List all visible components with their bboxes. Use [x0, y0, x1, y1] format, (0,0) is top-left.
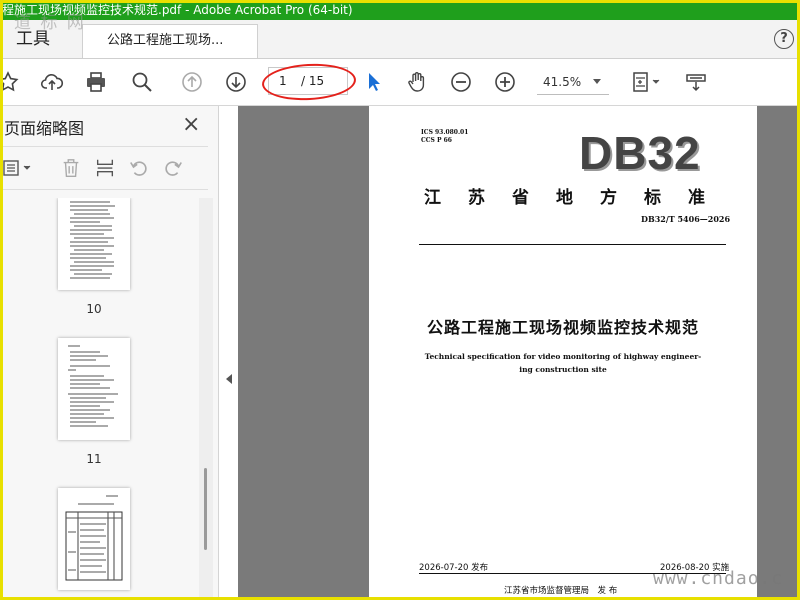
document-title-zh: 公路工程施工现场视频监控技术规范	[426, 318, 699, 337]
print-icon[interactable]	[82, 68, 110, 96]
page-down-icon[interactable]	[222, 68, 250, 96]
title-bar: 程施工现场视频监控技术规范.pdf - Adobe Acrobat Pro (6…	[0, 0, 800, 20]
title-en-line-1: Technical specification for video monito…	[424, 352, 702, 361]
thumbnail-label: 10	[86, 302, 102, 316]
tab-bar: 工具 公路工程施工现场... ?	[0, 20, 800, 59]
page-up-icon[interactable]	[178, 68, 206, 96]
thumbnail-label: 11	[86, 452, 102, 466]
toolbar: 1 / 15 41.5%	[0, 59, 800, 106]
ccs-line: CCS P 66	[421, 137, 452, 144]
select-cursor-icon[interactable]	[360, 68, 388, 96]
options-menu-icon[interactable]	[0, 155, 36, 181]
standard-category: 江苏省地方标准	[424, 188, 732, 208]
help-button[interactable]: ?	[774, 29, 794, 49]
divider	[419, 244, 726, 245]
thumbnail-list: 10 11	[0, 198, 200, 600]
ics-line: ICS 93.080.01	[421, 129, 469, 136]
page-thumbnail[interactable]	[58, 198, 130, 290]
title-en-line-2: ing construction site	[519, 365, 607, 374]
rotate-left-icon[interactable]	[126, 155, 152, 181]
document-title-en: Technical specification for video monito…	[369, 350, 757, 376]
tab-document[interactable]: 公路工程施工现场...	[82, 24, 258, 58]
zoom-out-icon[interactable]	[447, 68, 475, 96]
watermark-url: www.cndao.c	[653, 568, 784, 589]
zoom-in-icon[interactable]	[491, 68, 519, 96]
hand-icon[interactable]	[403, 68, 431, 96]
search-icon[interactable]	[128, 68, 156, 96]
page-thumbnail[interactable]	[58, 338, 130, 440]
upload-icon[interactable]	[38, 68, 66, 96]
document-viewer[interactable]: ICS 93.080.01 CCS P 66 DB32 江苏省地方标准 DB32…	[238, 106, 800, 600]
close-icon[interactable]: ×	[182, 112, 200, 137]
zoom-select[interactable]: 41.5%	[537, 69, 609, 95]
trash-icon[interactable]	[58, 155, 84, 181]
scrollbar-thumb[interactable]	[204, 468, 207, 550]
fit-page-icon[interactable]	[628, 68, 664, 96]
standard-logo: DB32	[579, 127, 701, 179]
pdf-page: ICS 93.080.01 CCS P 66 DB32 江苏省地方标准 DB32…	[369, 106, 757, 600]
page-thumbnail[interactable]	[58, 488, 130, 590]
star-icon[interactable]	[0, 68, 22, 96]
insert-page-icon[interactable]	[92, 155, 118, 181]
panel-title: 页面缩略图	[4, 119, 85, 138]
collapse-arrow-icon[interactable]	[226, 374, 232, 384]
thumbnail-toolbar	[0, 146, 208, 190]
thumbnail-panel: 页面缩略图 × 10 11	[0, 106, 219, 600]
rotate-right-icon[interactable]	[160, 155, 186, 181]
standard-number: DB32/T 5406—2026	[641, 214, 731, 224]
panel-collapse-strip[interactable]	[220, 106, 238, 600]
issue-date: 2026-07-20 发布	[419, 563, 489, 573]
watermark-logo: 道 标 网	[14, 13, 86, 33]
read-mode-icon[interactable]	[682, 68, 710, 96]
scrollbar[interactable]	[199, 198, 213, 600]
ics-code: ICS 93.080.01 CCS P 66	[421, 129, 468, 145]
zoom-value: 41.5%	[543, 75, 582, 89]
chevron-down-icon	[593, 79, 601, 84]
issuing-authority: 江苏省市场监督管理局 发 布	[504, 586, 618, 596]
